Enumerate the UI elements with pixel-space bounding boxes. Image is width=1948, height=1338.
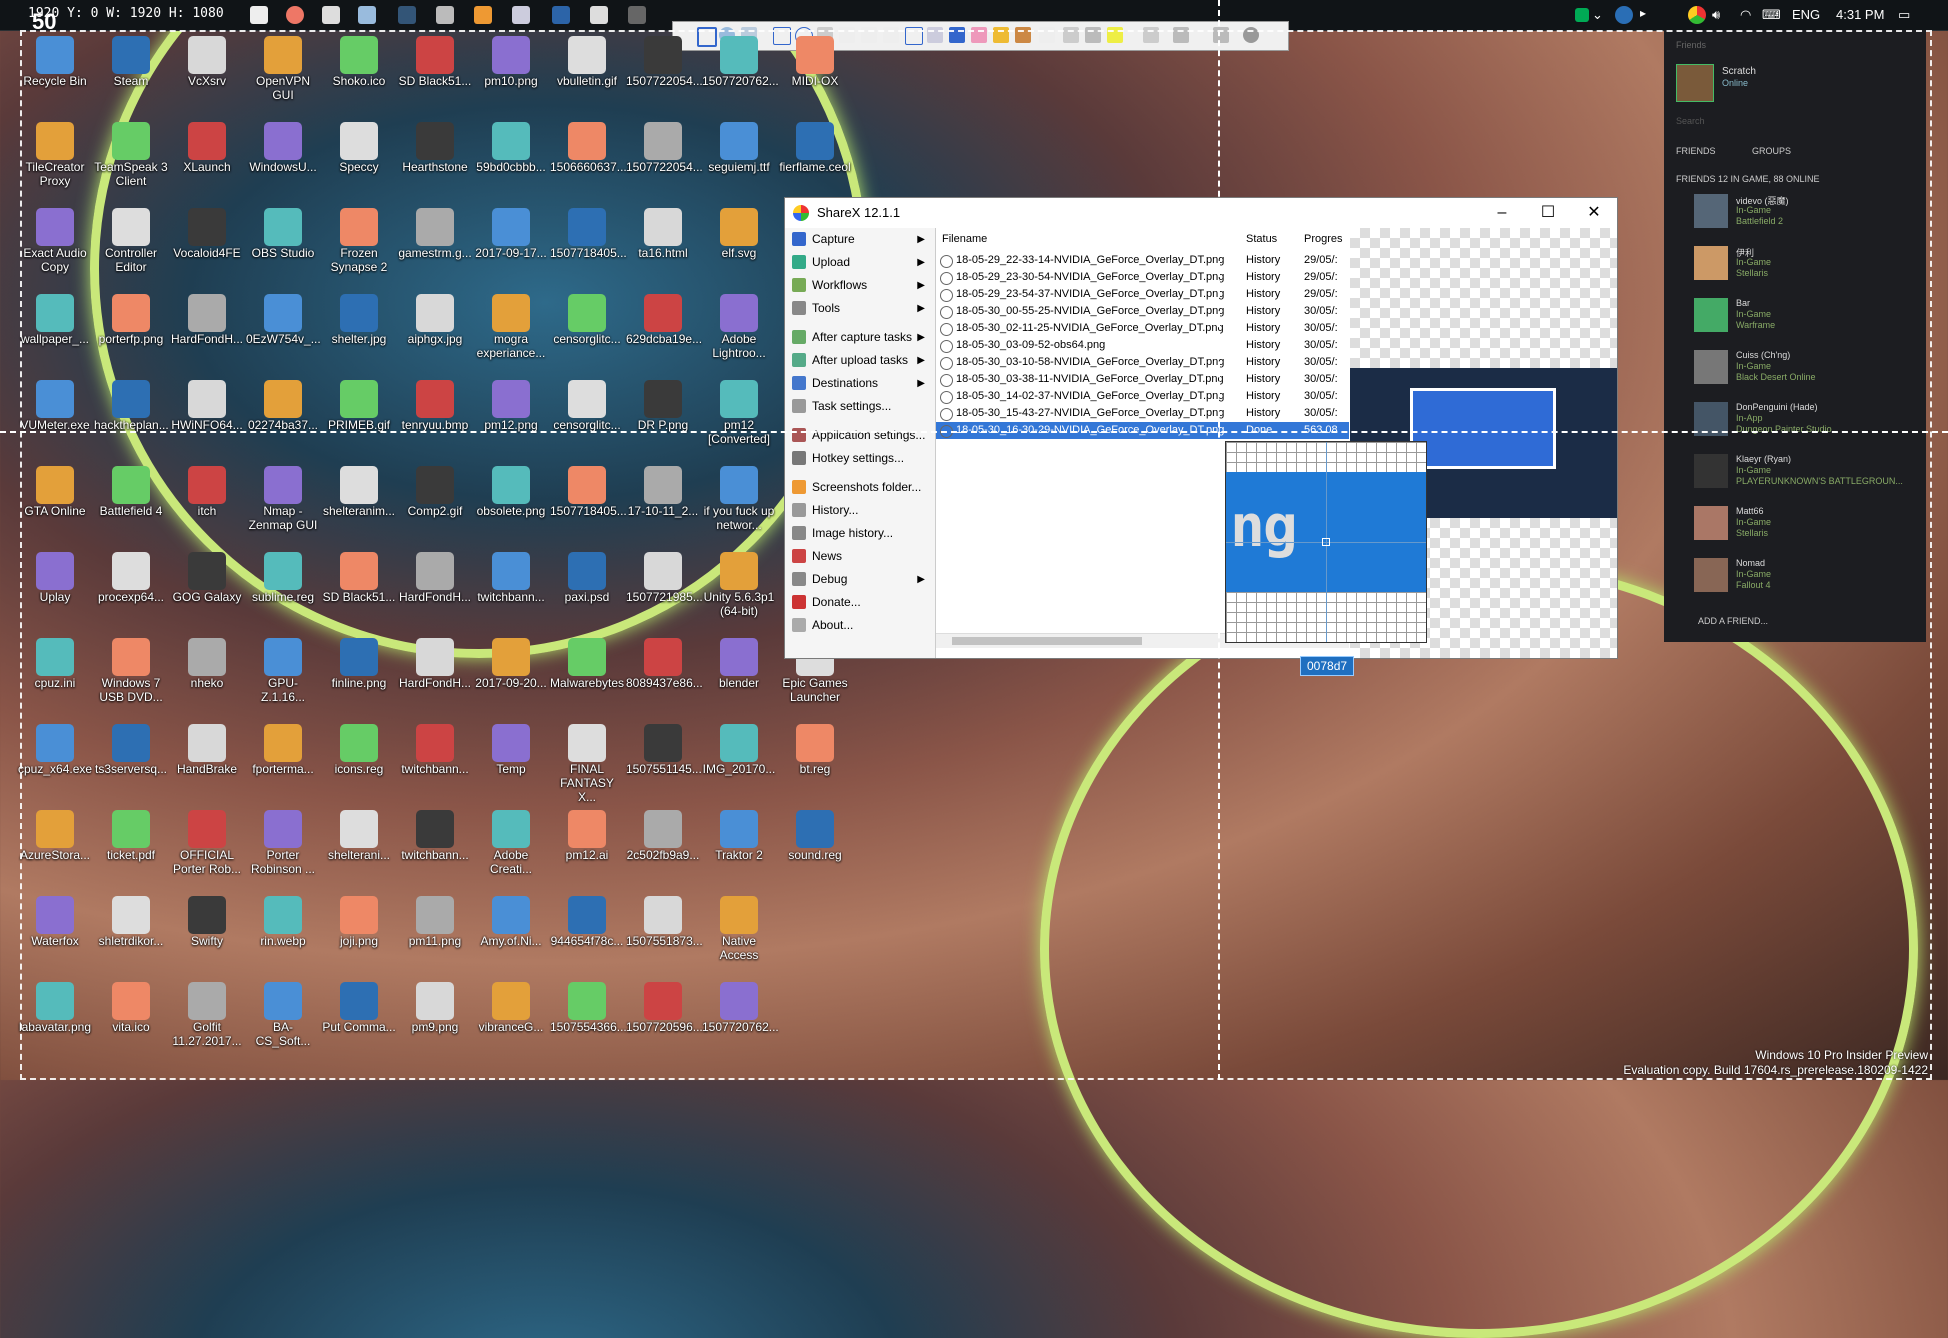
app-icon[interactable] [398, 6, 416, 24]
app-icon[interactable] [436, 6, 454, 24]
wifi-icon[interactable]: ◠ [1740, 7, 1751, 23]
volume-icon[interactable]: 🔊︎ [1712, 7, 1720, 23]
clock[interactable]: 4:31 PM [1836, 7, 1884, 22]
keyboard-icon[interactable]: ⌨ [1762, 7, 1781, 23]
chrome-icon[interactable] [1688, 6, 1706, 24]
app-icon[interactable] [474, 6, 492, 24]
app-icon[interactable] [322, 6, 340, 24]
app-icon[interactable] [512, 6, 530, 24]
chevron-up-icon[interactable]: ⌄ [1592, 7, 1603, 23]
watermark-line-2: Evaluation copy. Build 17604.rs_prerelea… [1623, 1063, 1928, 1077]
mail-icon[interactable] [250, 6, 268, 24]
notification-icon[interactable]: ▭ [1898, 7, 1910, 23]
watermark-line-1: Windows 10 Pro Insider Preview [1755, 1048, 1928, 1062]
language-indicator[interactable]: ENG [1792, 7, 1820, 22]
steam-tray-icon[interactable] [1615, 6, 1633, 24]
coords-readout: 1920 Y: 0 W: 1920 H: 1080 [28, 6, 224, 21]
capture-region-outline [20, 30, 1932, 1080]
cursor-icon: ▸ [1640, 6, 1647, 20]
app-icon[interactable] [628, 6, 646, 24]
crosshair-guide-vertical [1218, 0, 1220, 1080]
windows-watermark: Windows 10 Pro Insider Preview Evaluatio… [1623, 1048, 1928, 1078]
app-icon[interactable] [358, 6, 376, 24]
crosshair-guide-horizontal [0, 431, 1948, 433]
app-icon[interactable] [552, 6, 570, 24]
app-icon[interactable] [1575, 8, 1589, 22]
app-icon[interactable] [590, 6, 608, 24]
app-icon[interactable] [286, 6, 304, 24]
